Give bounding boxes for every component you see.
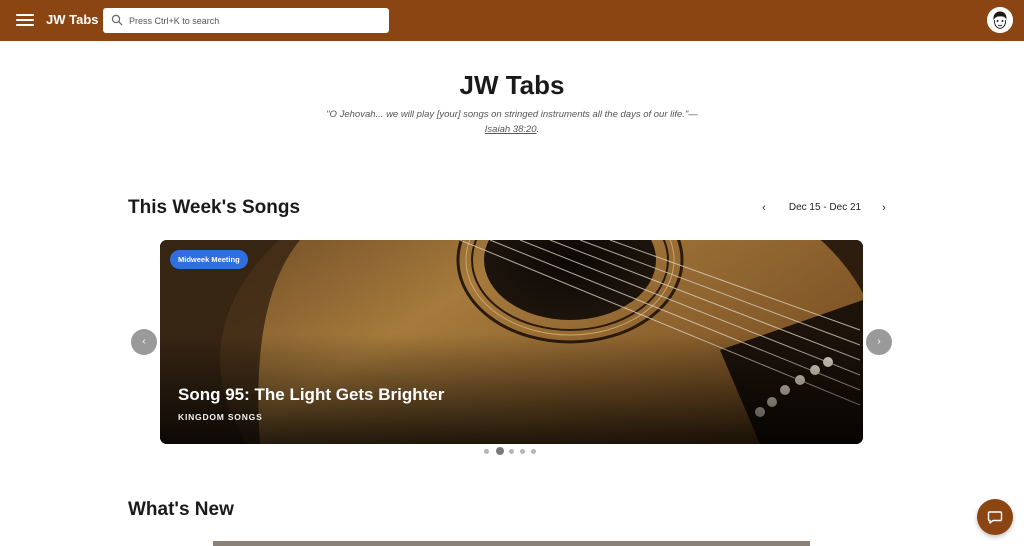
quote-suffix: . bbox=[536, 124, 540, 135]
search-input[interactable] bbox=[129, 11, 379, 30]
chevron-left-icon[interactable]: ‹ bbox=[756, 198, 772, 218]
chevron-right-icon[interactable]: › bbox=[876, 198, 892, 218]
song-card[interactable]: Midweek Meeting Song 95: The Light Gets … bbox=[160, 240, 863, 444]
week-date-range: Dec 15 - Dec 21 bbox=[788, 202, 862, 213]
carousel-dot-active[interactable] bbox=[496, 447, 504, 455]
hero-quote: "O Jehovah... we will play [your] songs … bbox=[312, 107, 712, 137]
brand-title[interactable]: JW Tabs bbox=[46, 12, 99, 27]
search-icon bbox=[111, 14, 123, 26]
scripture-link[interactable]: Isaiah 38:20 bbox=[485, 124, 537, 135]
search-box[interactable] bbox=[103, 8, 389, 33]
whats-new-image[interactable] bbox=[213, 541, 810, 546]
week-navigator: ‹ Dec 15 - Dec 21 › bbox=[756, 198, 894, 218]
carousel-prev-button[interactable]: ‹ bbox=[131, 329, 157, 355]
carousel-dot[interactable] bbox=[531, 449, 536, 454]
carousel-next-button[interactable]: › bbox=[866, 329, 892, 355]
whats-new-title: What's New bbox=[128, 499, 234, 520]
quote-text: "O Jehovah... we will play [your] songs … bbox=[326, 109, 698, 120]
menu-icon[interactable] bbox=[16, 12, 34, 28]
carousel-dot[interactable] bbox=[509, 449, 514, 454]
chat-button[interactable] bbox=[977, 499, 1013, 535]
weekly-section-title: This Week's Songs bbox=[128, 197, 301, 218]
carousel-dot[interactable] bbox=[484, 449, 489, 454]
song-title[interactable]: Song 95: The Light Gets Brighter bbox=[178, 385, 444, 405]
chat-icon bbox=[987, 511, 1003, 524]
page-title: JW Tabs bbox=[459, 70, 565, 100]
avatar[interactable] bbox=[987, 7, 1013, 33]
carousel-dot[interactable] bbox=[520, 449, 525, 454]
top-bar: JW Tabs bbox=[0, 0, 1024, 41]
meeting-badge: Midweek Meeting bbox=[170, 250, 248, 269]
song-category: KINGDOM SONGS bbox=[178, 412, 263, 422]
